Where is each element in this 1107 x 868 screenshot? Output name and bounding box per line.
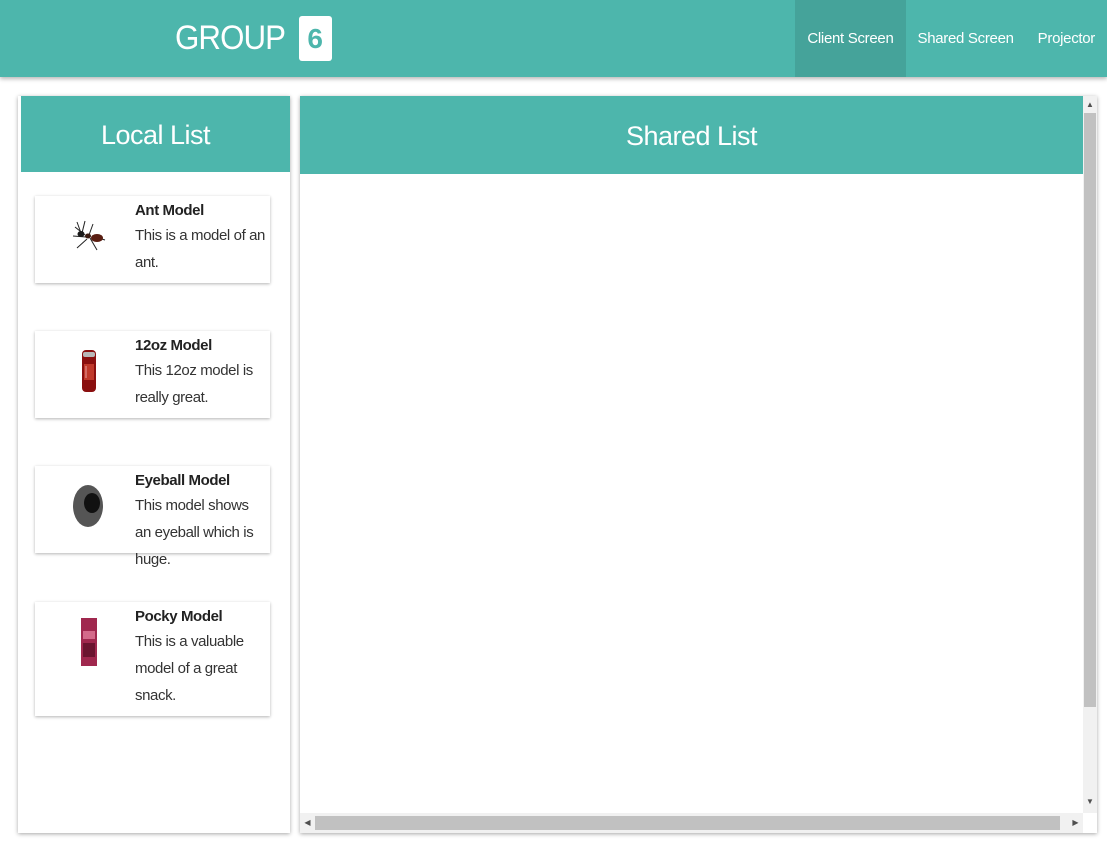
local-list-title: Local List bbox=[21, 96, 290, 172]
scroll-right-icon[interactable]: ▶ bbox=[1068, 813, 1083, 833]
card-body: Eyeball Model This model shows an eyebal… bbox=[135, 470, 267, 573]
horizontal-scroll-thumb[interactable] bbox=[315, 816, 1060, 830]
scroll-down-icon[interactable]: ▼ bbox=[1083, 793, 1097, 810]
pocky-box-icon bbox=[63, 616, 115, 668]
logo-badge: 6 bbox=[298, 16, 332, 61]
item-description: This is a valuable model of a great snac… bbox=[135, 633, 244, 704]
vertical-scrollbar[interactable]: ▲ ▼ bbox=[1083, 96, 1097, 813]
nav-shared-screen[interactable]: Shared Screen bbox=[906, 0, 1026, 77]
soda-can-icon bbox=[63, 345, 115, 397]
card-body: 12oz Model This 12oz model is really gre… bbox=[135, 335, 267, 411]
nav-projector[interactable]: Projector bbox=[1026, 0, 1107, 77]
item-description: This 12oz model is really great. bbox=[135, 362, 253, 406]
local-list-panel: Local List Ant Model This is a model of … bbox=[18, 96, 290, 833]
shared-list-panel: Shared List ▲ ▼ ◀ ▶ bbox=[300, 96, 1097, 833]
item-title: Pocky Model bbox=[135, 608, 223, 625]
card-body: Ant Model This is a model of an ant. bbox=[135, 200, 267, 276]
horizontal-scrollbar[interactable]: ◀ ▶ bbox=[300, 813, 1083, 833]
scrollbar-corner bbox=[1083, 813, 1097, 833]
list-item-12oz-model[interactable]: 12oz Model This 12oz model is really gre… bbox=[35, 331, 270, 418]
list-item-pocky-model[interactable]: Pocky Model This is a valuable model of … bbox=[35, 602, 270, 716]
item-description: This is a model of an ant. bbox=[135, 227, 265, 271]
ant-icon bbox=[63, 210, 115, 262]
top-app-bar: GROUP 6 Client Screen Shared Screen Proj… bbox=[0, 0, 1107, 77]
group-logo: GROUP 6 bbox=[175, 16, 332, 61]
logo-text: GROUP bbox=[175, 19, 286, 57]
eyeball-icon bbox=[63, 480, 115, 532]
item-title: Eyeball Model bbox=[135, 472, 230, 489]
list-item-eyeball-model[interactable]: Eyeball Model This model shows an eyebal… bbox=[35, 466, 270, 568]
vertical-scroll-thumb[interactable] bbox=[1084, 113, 1096, 707]
shared-list-title: Shared List bbox=[300, 96, 1083, 174]
card-body: Pocky Model This is a valuable model of … bbox=[135, 606, 267, 709]
list-item-ant-model[interactable]: Ant Model This is a model of an ant. bbox=[35, 196, 270, 283]
nav-client-screen[interactable]: Client Screen bbox=[795, 0, 906, 77]
scroll-up-icon[interactable]: ▲ bbox=[1083, 96, 1097, 113]
nav-menu: Client Screen Shared Screen Projector bbox=[795, 0, 1107, 77]
item-title: Ant Model bbox=[135, 202, 204, 219]
scroll-left-icon[interactable]: ◀ bbox=[300, 813, 315, 833]
item-title: 12oz Model bbox=[135, 337, 212, 354]
item-description: This model shows an eyeball which is hug… bbox=[135, 497, 254, 568]
